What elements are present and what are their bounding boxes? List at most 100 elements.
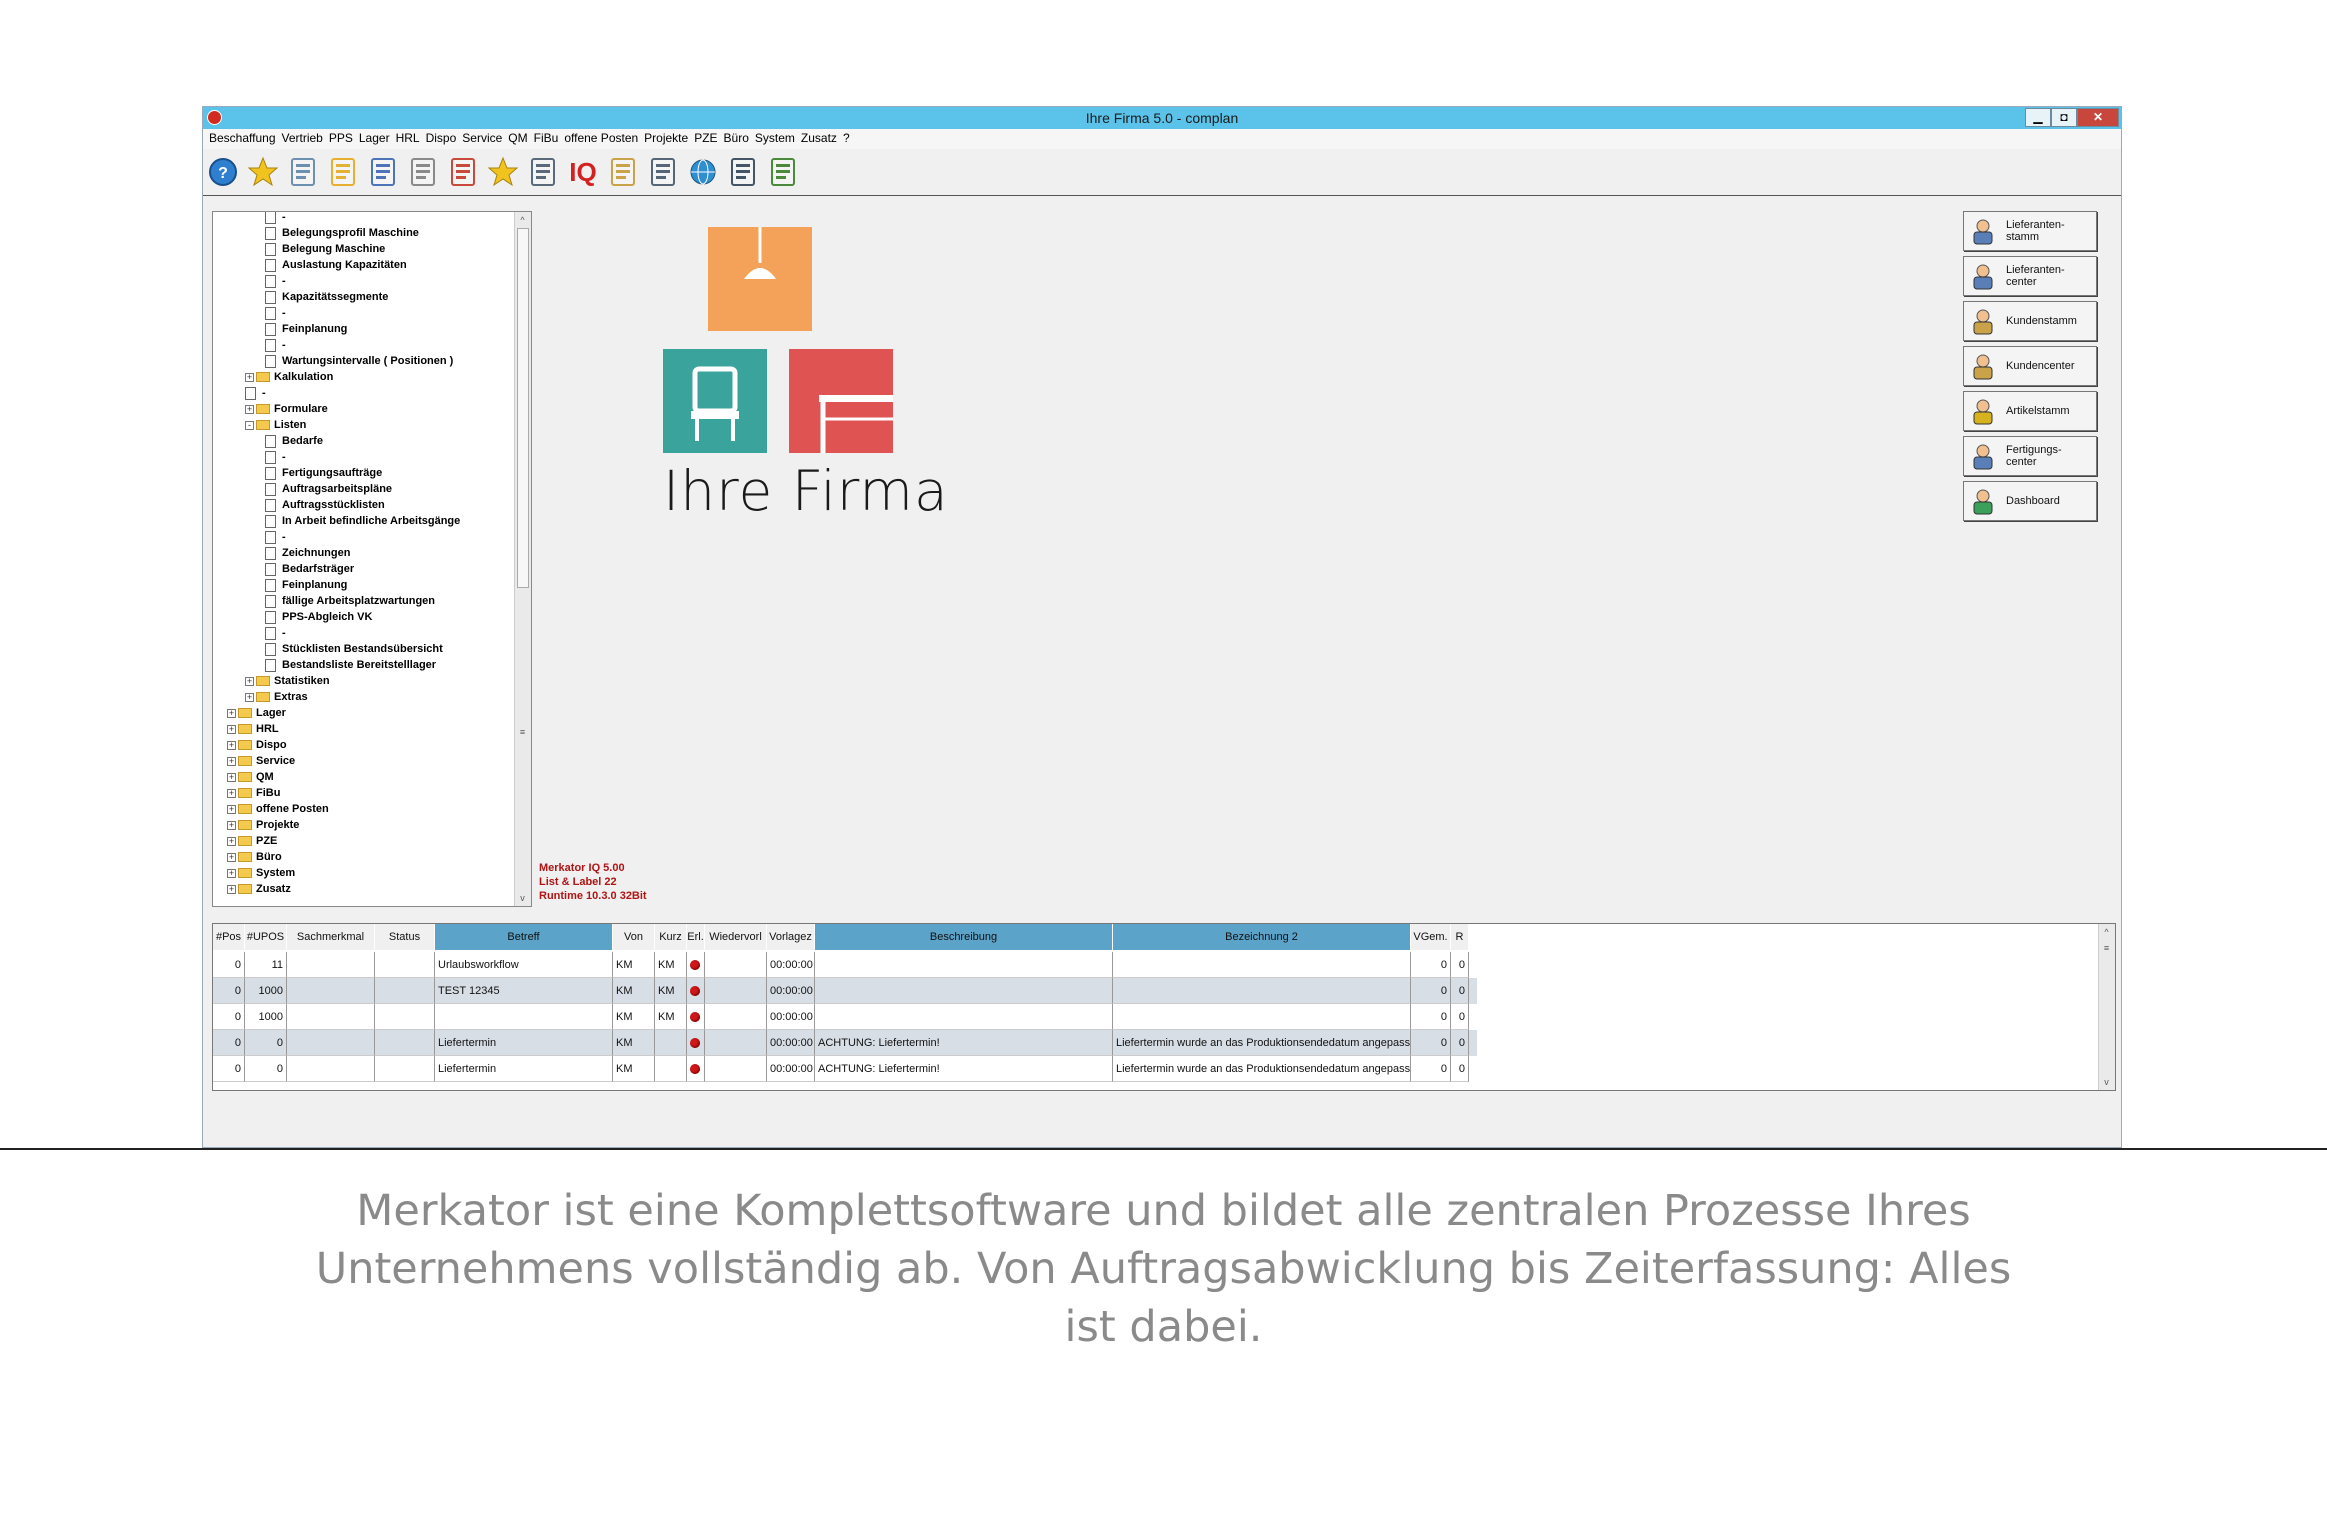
grid-scrollbar[interactable]: ^ ≡ v [2098, 924, 2115, 1090]
star-icon[interactable] [487, 155, 519, 189]
expand-icon[interactable]: + [227, 868, 236, 878]
column-header[interactable]: Betreff [435, 924, 613, 950]
tree-folder[interactable]: + PZE [227, 833, 277, 849]
lock-icon[interactable] [327, 155, 359, 189]
expand-icon[interactable]: + [227, 884, 236, 894]
column-header[interactable]: Kurz [655, 924, 687, 950]
tree-item[interactable]: - [265, 305, 286, 321]
tree-item[interactable]: Auslastung Kapazitäten [265, 257, 407, 273]
list-icon[interactable] [727, 155, 759, 189]
menu-item[interactable]: PPS [329, 129, 353, 145]
tree-folder[interactable]: + Statistiken [245, 673, 330, 689]
quick-button[interactable]: Dashboard [1963, 481, 2097, 521]
expand-icon[interactable]: + [227, 852, 236, 862]
column-header[interactable]: Beschreibung [815, 924, 1113, 950]
tree-item[interactable]: Wartungsintervalle ( Positionen ) [265, 353, 453, 369]
expand-icon[interactable]: + [227, 740, 236, 750]
expand-icon[interactable]: + [245, 692, 254, 702]
tree-folder[interactable]: + System [227, 865, 295, 881]
collapse-icon[interactable]: - [245, 420, 254, 430]
database-icon[interactable] [527, 155, 559, 189]
tree-item[interactable]: - [265, 337, 286, 353]
menu-item[interactable]: Vertrieb [282, 129, 323, 145]
column-header[interactable]: Wiedervorl [705, 924, 767, 950]
expand-icon[interactable]: + [227, 708, 236, 718]
table-row[interactable]: 0 0 Liefertermin KM 00:00:00 ACHTUNG: Liefert… [213, 1030, 1477, 1056]
column-header[interactable]: VGem. [1411, 924, 1451, 950]
tree-folder[interactable]: + Zusatz [227, 881, 291, 897]
grid-scroll-grip[interactable]: ≡ [2099, 940, 2114, 956]
tree-item[interactable]: Kapazitätssegmente [265, 289, 388, 305]
navigation-tree[interactable]: - Belegungsprofil Maschine Belegung Maschi… [212, 211, 532, 907]
column-header[interactable]: Sachmerkmal [287, 924, 375, 950]
grid-scroll-up-arrow[interactable]: ^ [2099, 924, 2114, 940]
quick-button[interactable]: Lieferanten- center [1963, 256, 2097, 296]
expand-icon[interactable]: + [227, 724, 236, 734]
tree-item[interactable]: Feinplanung [265, 577, 347, 593]
menu-item[interactable]: PZE [694, 129, 717, 145]
tree-item[interactable]: Stücklisten Bestandsübersicht [265, 641, 443, 657]
printer-icon[interactable] [407, 155, 439, 189]
expand-icon[interactable]: + [245, 676, 254, 686]
quick-button[interactable]: Kundencenter [1963, 346, 2097, 386]
column-header[interactable]: Bezeichnung 2 [1113, 924, 1411, 950]
tree-scrollbar[interactable]: ^ ≡ v [514, 212, 531, 906]
tree-item[interactable]: Belegungsprofil Maschine [265, 225, 419, 241]
expand-icon[interactable]: + [245, 404, 254, 414]
tree-folder[interactable]: + Büro [227, 849, 282, 865]
expand-icon[interactable]: + [245, 372, 254, 382]
column-header[interactable]: #Pos [213, 924, 245, 950]
tree-folder[interactable]: + FiBu [227, 785, 280, 801]
tree-item[interactable]: - [265, 529, 286, 545]
grid-scroll-down-arrow[interactable]: v [2099, 1074, 2114, 1090]
table-row[interactable]: 0 11 Urlaubsworkflow KM KM 00:00:00 0 0 [213, 952, 1477, 978]
quick-button[interactable]: Lieferanten- stamm [1963, 211, 2097, 251]
table-row[interactable]: 0 0 Liefertermin KM 00:00:00 ACHTUNG: Liefert… [213, 1056, 1477, 1082]
tree-item[interactable]: fällige Arbeitsplatzwartungen [265, 593, 435, 609]
menu-item[interactable]: offene Posten [564, 129, 638, 145]
report-icon[interactable] [647, 155, 679, 189]
column-header[interactable]: Vorlagez [767, 924, 815, 950]
expand-icon[interactable]: + [227, 836, 236, 846]
quick-button[interactable]: Kundenstamm [1963, 301, 2097, 341]
search-icon[interactable] [607, 155, 639, 189]
column-header[interactable]: #UPOS [245, 924, 287, 950]
menu-item[interactable]: Büro [724, 129, 749, 145]
menu-item[interactable]: Service [462, 129, 502, 145]
expand-icon[interactable]: + [227, 756, 236, 766]
tree-item[interactable]: Belegung Maschine [265, 241, 385, 257]
clipboard-icon[interactable] [367, 155, 399, 189]
task-grid[interactable]: #Pos #UPOS Sachmerkmal Status Betreff Von Kurz… [212, 923, 2116, 1091]
scroll-up-arrow[interactable]: ^ [515, 212, 530, 228]
menu-item[interactable]: QM [508, 129, 527, 145]
column-header[interactable]: Status [375, 924, 435, 950]
tree-item[interactable]: Bedarfe [265, 433, 323, 449]
column-header[interactable]: Von [613, 924, 655, 950]
tree-folder[interactable]: + Service [227, 753, 295, 769]
tree-folder[interactable]: + offene Posten [227, 801, 329, 817]
tree-item[interactable]: Fertigungsaufträge [265, 465, 382, 481]
tree-item[interactable]: - [265, 212, 286, 225]
favorites-icon[interactable] [247, 155, 279, 189]
tree-item[interactable]: Bestandsliste Bereitstelllager [265, 657, 436, 673]
table-row[interactable]: 0 1000 TEST 12345 KM KM 00:00:00 0 0 [213, 978, 1477, 1004]
column-header[interactable]: R [1451, 924, 1469, 950]
exit-icon[interactable] [767, 155, 799, 189]
menu-item[interactable]: Beschaffung [209, 129, 276, 145]
tree-item[interactable]: Feinplanung [265, 321, 347, 337]
tree-folder[interactable]: + Formulare [245, 401, 328, 417]
help-icon[interactable]: ? [207, 155, 239, 189]
tree-item[interactable]: - [265, 273, 286, 289]
tree-folder[interactable]: + Lager [227, 705, 286, 721]
tree-item[interactable]: - [265, 449, 286, 465]
tree-item[interactable]: - [265, 625, 286, 641]
minimize-button[interactable]: ▁ [2025, 108, 2051, 127]
tree-folder[interactable]: - Listen [245, 417, 306, 433]
tree-item[interactable]: Auftragsarbeitspläne [265, 481, 392, 497]
globe-icon[interactable] [687, 155, 719, 189]
tree-item[interactable]: PPS-Abgleich VK [265, 609, 372, 625]
tree-item[interactable]: Zeichnungen [265, 545, 350, 561]
tree-folder[interactable]: + HRL [227, 721, 279, 737]
tree-folder[interactable]: + Kalkulation [245, 369, 333, 385]
iq-icon[interactable]: IQ [567, 155, 599, 189]
